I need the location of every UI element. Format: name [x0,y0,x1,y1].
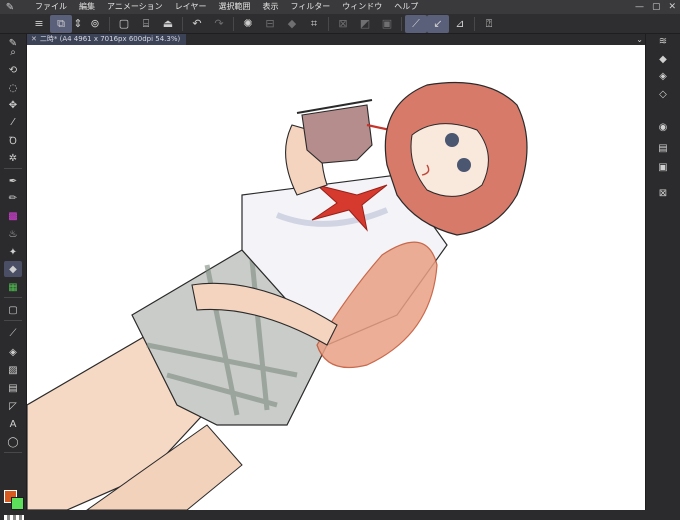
invert-icon[interactable]: ◩ [354,15,376,33]
loading-icon: ✺ [243,17,253,30]
magic-wand-icon[interactable]: ✲ [4,150,22,166]
brush-icon[interactable]: ▩ [4,208,22,224]
menu-animation[interactable]: アニメーション [101,0,169,14]
clear-layer-icon[interactable]: ⊠ [652,186,674,200]
toolbar-divider [401,16,402,31]
balloon-icon[interactable]: ◯ [4,434,22,450]
menu-selection[interactable]: 選択範囲 [212,0,256,14]
line-icon[interactable]: ⟋ [4,325,22,341]
eraser-icon[interactable]: ◆ [4,261,22,277]
sub-color-swatch[interactable] [11,497,24,510]
tool-divider [4,297,22,298]
snap-ruler-icon[interactable]: ↙ [427,14,449,33]
undo-icon[interactable]: ↶ [186,15,208,33]
open-icon[interactable]: ⌸ [135,15,157,33]
pen-icon[interactable]: ✒ [4,173,22,189]
toolbar-divider [182,16,183,31]
window-controls: — ▢ ✕ [635,0,676,14]
chevron-down-icon[interactable]: ⌄ [636,34,643,45]
illustration [27,81,528,510]
layer-mask-icon[interactable]: ◉ [652,120,674,134]
move-icon[interactable]: ⟲ [4,62,22,78]
clip-studio-logo-icon[interactable]: ✎ [3,0,17,14]
document-tab-bar: ✕ 二時* (A4 4961 x 7016px 600dpi 54.3%) ⌄ [27,34,645,45]
text-icon[interactable]: A [4,416,22,432]
tool-divider [4,168,22,169]
toolbar-divider [233,16,234,31]
lasso-icon[interactable]: ◌ [4,80,22,96]
ruler-icon[interactable]: ◸ [4,398,22,414]
command-bar: ≡ ⧉ ⇕ ⊚ ▢ ⌸ ⏏ ↶ ↷ ✺ ⊟ ◆ ⌗ ⊠ ◩ ▣ ⟋ ↙ ⊿ ⍰ [0,14,680,34]
snap-special-ruler-icon[interactable]: ⊿ [449,15,471,33]
eyedropper-icon[interactable]: ⁄ [4,114,22,130]
new-canvas-icon[interactable]: ▢ [113,15,135,33]
menu-bar: ✎ ファイル 編集 アニメーション レイヤー 選択範囲 表示 フィルター ウィン… [0,0,680,14]
menu-edit[interactable]: 編集 [73,0,101,14]
menu-help[interactable]: ヘルプ [388,0,424,14]
restore-icon[interactable]: ▢ [652,0,661,14]
save-icon[interactable]: ⏏ [157,15,179,33]
select-color-icon[interactable]: ▣ [376,15,398,33]
airbrush-icon[interactable]: ♨ [4,226,22,242]
layer-panel-strip: ≋ ◆ ◈ ◇ ◉ ▤ ▣ ⊠ [645,34,680,510]
chevron-updown-icon[interactable]: ⇕ [72,15,84,33]
fill-icon[interactable]: ◆ [281,15,303,33]
layers-icon[interactable]: ≋ [652,34,674,48]
delete-layer-icon[interactable]: ▣ [652,160,674,174]
move-layer-icon[interactable]: ✥ [4,97,22,113]
zoom-icon[interactable]: ⌕ [4,44,22,60]
toolbar-divider [474,16,475,31]
menu-filter[interactable]: フィルター [284,0,336,14]
tool-divider [4,320,22,321]
menu-file[interactable]: ファイル [29,0,73,14]
menu-window[interactable]: ウィンドウ [336,0,388,14]
figure-icon[interactable]: ▤ [4,380,22,396]
pencil-icon[interactable]: ✏ [4,190,22,206]
redo-icon[interactable]: ↷ [208,15,230,33]
document-tab[interactable]: ✕ 二時* (A4 4961 x 7016px 600dpi 54.3%) [27,34,187,45]
frame-icon[interactable]: ▢ [4,302,22,318]
menu-layer[interactable]: レイヤー [169,0,213,14]
quick-access-icon[interactable]: ⊚ [84,15,106,33]
menu-view[interactable]: 表示 [256,0,284,14]
tool-palette: ✎ ⌕ ⟲ ◌ ✥ ⁄ Ꝺ ✲ ✒ ✏ ▩ ♨ ✦ ◆ ▦ ▢ ⟋ ◈ ▨ ▤ … [0,34,27,520]
transparent-color-swatch[interactable] [4,515,24,520]
new-raster-layer-icon[interactable]: ◆ [652,52,674,66]
document-tab-title: 二時* (A4 4961 x 7016px 600dpi 54.3%) [39,35,181,43]
new-vector-layer-icon[interactable]: ◈ [652,69,674,83]
toolbar-divider [328,16,329,31]
lasso-select-icon[interactable]: Ꝺ [4,132,22,148]
gradient-icon[interactable]: ▨ [4,362,22,378]
toolbar-divider [109,16,110,31]
drawing-canvas[interactable] [27,45,645,510]
transform-icon[interactable]: ⌗ [303,15,325,33]
clear-icon[interactable]: ⊟ [259,15,281,33]
layer-property-icon[interactable]: ⧉ [50,14,72,33]
fill-bucket-icon[interactable]: ◈ [4,344,22,360]
stabilizer-icon[interactable]: ⟋ [405,14,427,33]
hide-selection-icon[interactable]: ⊠ [332,15,354,33]
close-tab-icon[interactable]: ✕ [31,34,37,45]
new-folder-icon[interactable]: ◇ [652,87,674,101]
blend-icon[interactable]: ▦ [4,279,22,295]
decoration-icon[interactable]: ✦ [4,244,22,260]
close-window-icon[interactable]: ✕ [668,0,676,14]
tool-divider [4,452,22,453]
minimize-icon[interactable]: — [635,0,644,14]
menu-icon[interactable]: ≡ [28,15,50,33]
help-icon[interactable]: ⍰ [478,15,500,33]
merge-icon[interactable]: ▤ [652,141,674,155]
